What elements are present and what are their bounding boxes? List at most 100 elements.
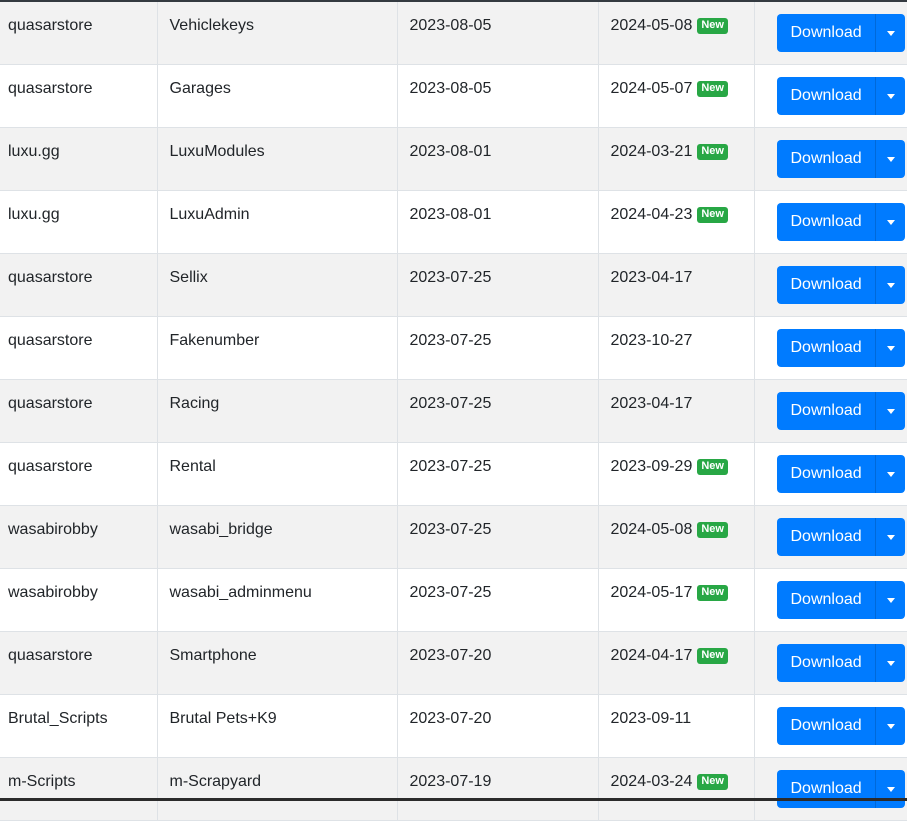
new-badge: New [697,774,728,790]
created-cell: 2023-07-25 [397,442,599,506]
created-date: 2023-08-05 [409,80,492,97]
name-cell: Racing [157,379,398,443]
action-cell: Download [754,2,907,65]
author-name: luxu.gg [8,143,60,160]
download-button-group: Download [776,581,905,619]
author-name: quasarstore [8,647,93,664]
author-cell: quasarstore [0,2,158,65]
caret-down-icon [886,31,895,36]
updated-cell: 2023-04-17 [598,379,755,443]
action-cell: Download [754,505,907,569]
updated-cell: 2024-05-08 New [598,505,755,569]
caret-down-icon [886,220,895,225]
download-dropdown-toggle[interactable] [874,77,905,115]
download-dropdown-toggle[interactable] [874,644,905,682]
created-cell: 2023-07-20 [397,694,599,758]
download-button[interactable]: Download [776,266,875,304]
download-dropdown-toggle[interactable] [874,14,905,52]
table-row: quasarstore Fakenumber 2023-07-25 2023-10-2… [0,316,907,380]
created-cell: 2023-07-25 [397,316,599,380]
caret-down-icon [886,472,895,477]
name-cell: Smartphone [157,631,398,695]
download-button[interactable]: Download [776,140,875,178]
name-cell: wasabi_adminmenu [157,568,398,632]
download-dropdown-toggle[interactable] [874,140,905,178]
download-dropdown-toggle[interactable] [874,203,905,241]
updated-cell: 2024-04-23 New [598,190,755,254]
table-row: m-Scripts m-Scrapyard 2023-07-19 2024-03-24… [0,757,907,821]
caret-down-icon [886,283,895,288]
author-cell: quasarstore [0,379,158,443]
resource-name: m-Scrapyard [169,773,262,790]
download-button-group: Download [776,644,905,682]
download-button[interactable]: Download [776,14,875,52]
updated-date: 2023-10-27 [610,332,693,349]
download-dropdown-toggle[interactable] [874,707,905,745]
download-dropdown-toggle[interactable] [874,266,905,304]
download-dropdown-toggle[interactable] [874,770,905,808]
download-button[interactable]: Download [776,455,875,493]
download-button[interactable]: Download [776,707,875,745]
created-cell: 2023-07-20 [397,631,599,695]
created-cell: 2023-08-01 [397,127,599,191]
updated-cell: 2023-04-17 [598,253,755,317]
caret-down-icon [886,598,895,603]
download-dropdown-toggle[interactable] [874,581,905,619]
name-cell: LuxuAdmin [157,190,398,254]
action-cell: Download [754,442,907,506]
resource-name: wasabi_adminmenu [169,584,312,601]
caret-down-icon [886,346,895,351]
updated-date: 2024-05-07 [610,80,693,97]
updated-date: 2023-09-11 [610,710,692,727]
author-name: wasabirobby [8,521,98,538]
caret-down-icon [886,661,895,666]
author-name: quasarstore [8,269,93,286]
download-dropdown-toggle[interactable] [874,392,905,430]
author-cell: Brutal_Scripts [0,694,158,758]
updated-date: 2024-03-24 [610,773,693,790]
author-cell: quasarstore [0,253,158,317]
download-dropdown-toggle[interactable] [874,329,905,367]
created-cell: 2023-07-25 [397,505,599,569]
new-badge: New [697,648,728,664]
table-row: quasarstore Rental 2023-07-25 2023-09-29 New… [0,442,907,506]
resource-name: Sellix [169,269,208,286]
resource-name: Rental [169,458,216,475]
updated-date: 2023-04-17 [610,395,693,412]
created-date: 2023-07-25 [409,269,492,286]
download-dropdown-toggle[interactable] [874,455,905,493]
action-cell: Download [754,568,907,632]
download-button[interactable]: Download [776,77,875,115]
name-cell: Brutal Pets+K9 [157,694,398,758]
action-cell: Download [754,631,907,695]
download-button[interactable]: Download [776,203,875,241]
download-button[interactable]: Download [776,770,875,808]
updated-cell: 2024-03-21 New [598,127,755,191]
download-button-group: Download [776,518,905,556]
download-button[interactable]: Download [776,392,875,430]
caret-down-icon [886,157,895,162]
author-name: quasarstore [8,80,93,97]
download-button[interactable]: Download [776,518,875,556]
caret-down-icon [886,787,895,792]
created-date: 2023-08-01 [409,206,492,223]
author-cell: luxu.gg [0,127,158,191]
resource-name: Garages [169,80,231,97]
name-cell: Vehiclekeys [157,2,398,65]
name-cell: Fakenumber [157,316,398,380]
action-cell: Download [754,379,907,443]
updated-cell: 2023-09-29 New [598,442,755,506]
download-button[interactable]: Download [776,644,875,682]
author-cell: quasarstore [0,631,158,695]
action-cell: Download [754,190,907,254]
action-cell: Download [754,757,907,821]
download-button-group: Download [776,707,905,745]
new-badge: New [697,144,728,160]
updated-date: 2023-09-29 [610,458,693,475]
resource-name: Fakenumber [169,332,260,349]
download-button[interactable]: Download [776,581,875,619]
download-dropdown-toggle[interactable] [874,518,905,556]
download-button[interactable]: Download [776,329,875,367]
updated-cell: 2023-09-11 [598,694,755,758]
author-cell: luxu.gg [0,190,158,254]
